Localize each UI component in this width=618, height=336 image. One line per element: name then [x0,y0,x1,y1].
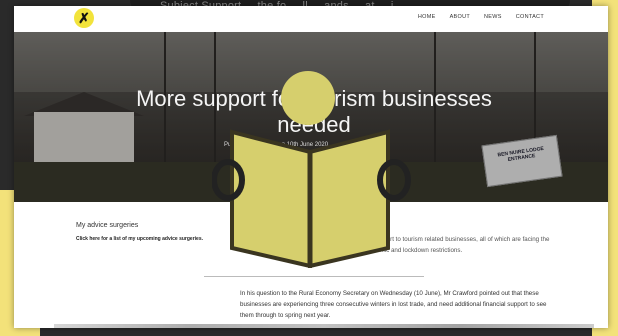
book-left-page [230,129,312,268]
party-logo[interactable]: ✗ [74,8,94,28]
reader-icon[interactable] [212,62,412,268]
nav-menu: HOME ABOUT NEWS CONTACT [418,14,544,20]
nav-contact[interactable]: CONTACT [516,14,544,20]
advice-surgeries-link[interactable]: Click here for a list of my upcoming adv… [76,236,206,243]
footer-blur [54,324,594,328]
divider [204,276,424,277]
navbar: ✗ HOME ABOUT NEWS CONTACT [14,6,608,32]
nav-home[interactable]: HOME [418,14,436,20]
nav-about[interactable]: ABOUT [450,14,470,20]
sidebar-title: My advice surgeries [76,222,139,229]
article-paragraph-2: In his question to the Rural Economy Sec… [240,290,547,319]
nav-news[interactable]: NEWS [484,14,502,20]
book-right-page [308,129,390,268]
reader-head [281,71,335,125]
